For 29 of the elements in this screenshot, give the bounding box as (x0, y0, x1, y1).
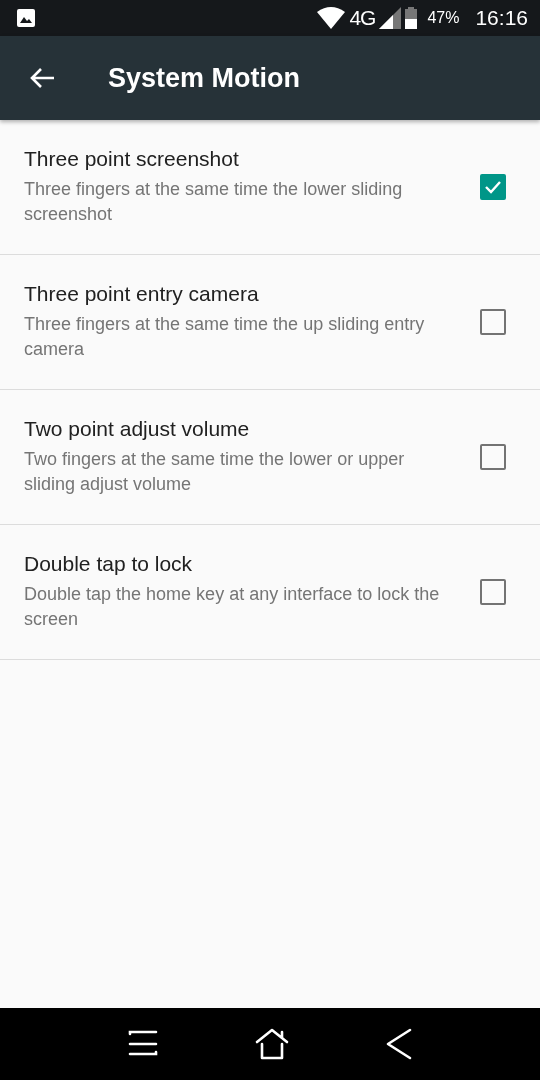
menu-icon (128, 1030, 159, 1058)
setting-title: Two point adjust volume (24, 417, 251, 441)
checkbox[interactable] (480, 309, 506, 335)
wifi-icon (317, 7, 346, 29)
checkbox[interactable] (480, 444, 506, 470)
back-button[interactable] (385, 1028, 412, 1060)
setting-summary: Three fingers at the same time the up sliding entry camera (24, 313, 426, 361)
screen-title: System Motion (108, 62, 301, 94)
home-icon (255, 1028, 289, 1060)
image-icon (16, 8, 36, 28)
back-arrow-icon (30, 67, 56, 89)
menu-button[interactable] (128, 1030, 159, 1058)
battery-icon (405, 7, 418, 29)
clock-time: 16:16 (475, 6, 528, 30)
signal-icon (379, 7, 402, 29)
checkbox[interactable] (480, 174, 506, 200)
setting-title: Three point screenshot (24, 147, 240, 171)
battery-percent: 47% (427, 9, 460, 27)
setting-summary: Two fingers at the same time the lower or upper sliding adjust volume (24, 448, 406, 496)
setting-summary: Three fingers at the same time the lower sliding screenshot (24, 178, 404, 226)
back-icon (385, 1028, 412, 1060)
checkbox[interactable] (480, 579, 506, 605)
setting-title: Three point entry camera (24, 282, 260, 306)
network-type: 4G (349, 6, 376, 30)
back-button[interactable] (30, 67, 56, 89)
setting-summary: Double tap the home key at any interface to lock the screen (24, 583, 440, 631)
check-icon (484, 180, 502, 194)
setting-title: Double tap to lock (24, 552, 194, 576)
home-button[interactable] (255, 1028, 289, 1060)
